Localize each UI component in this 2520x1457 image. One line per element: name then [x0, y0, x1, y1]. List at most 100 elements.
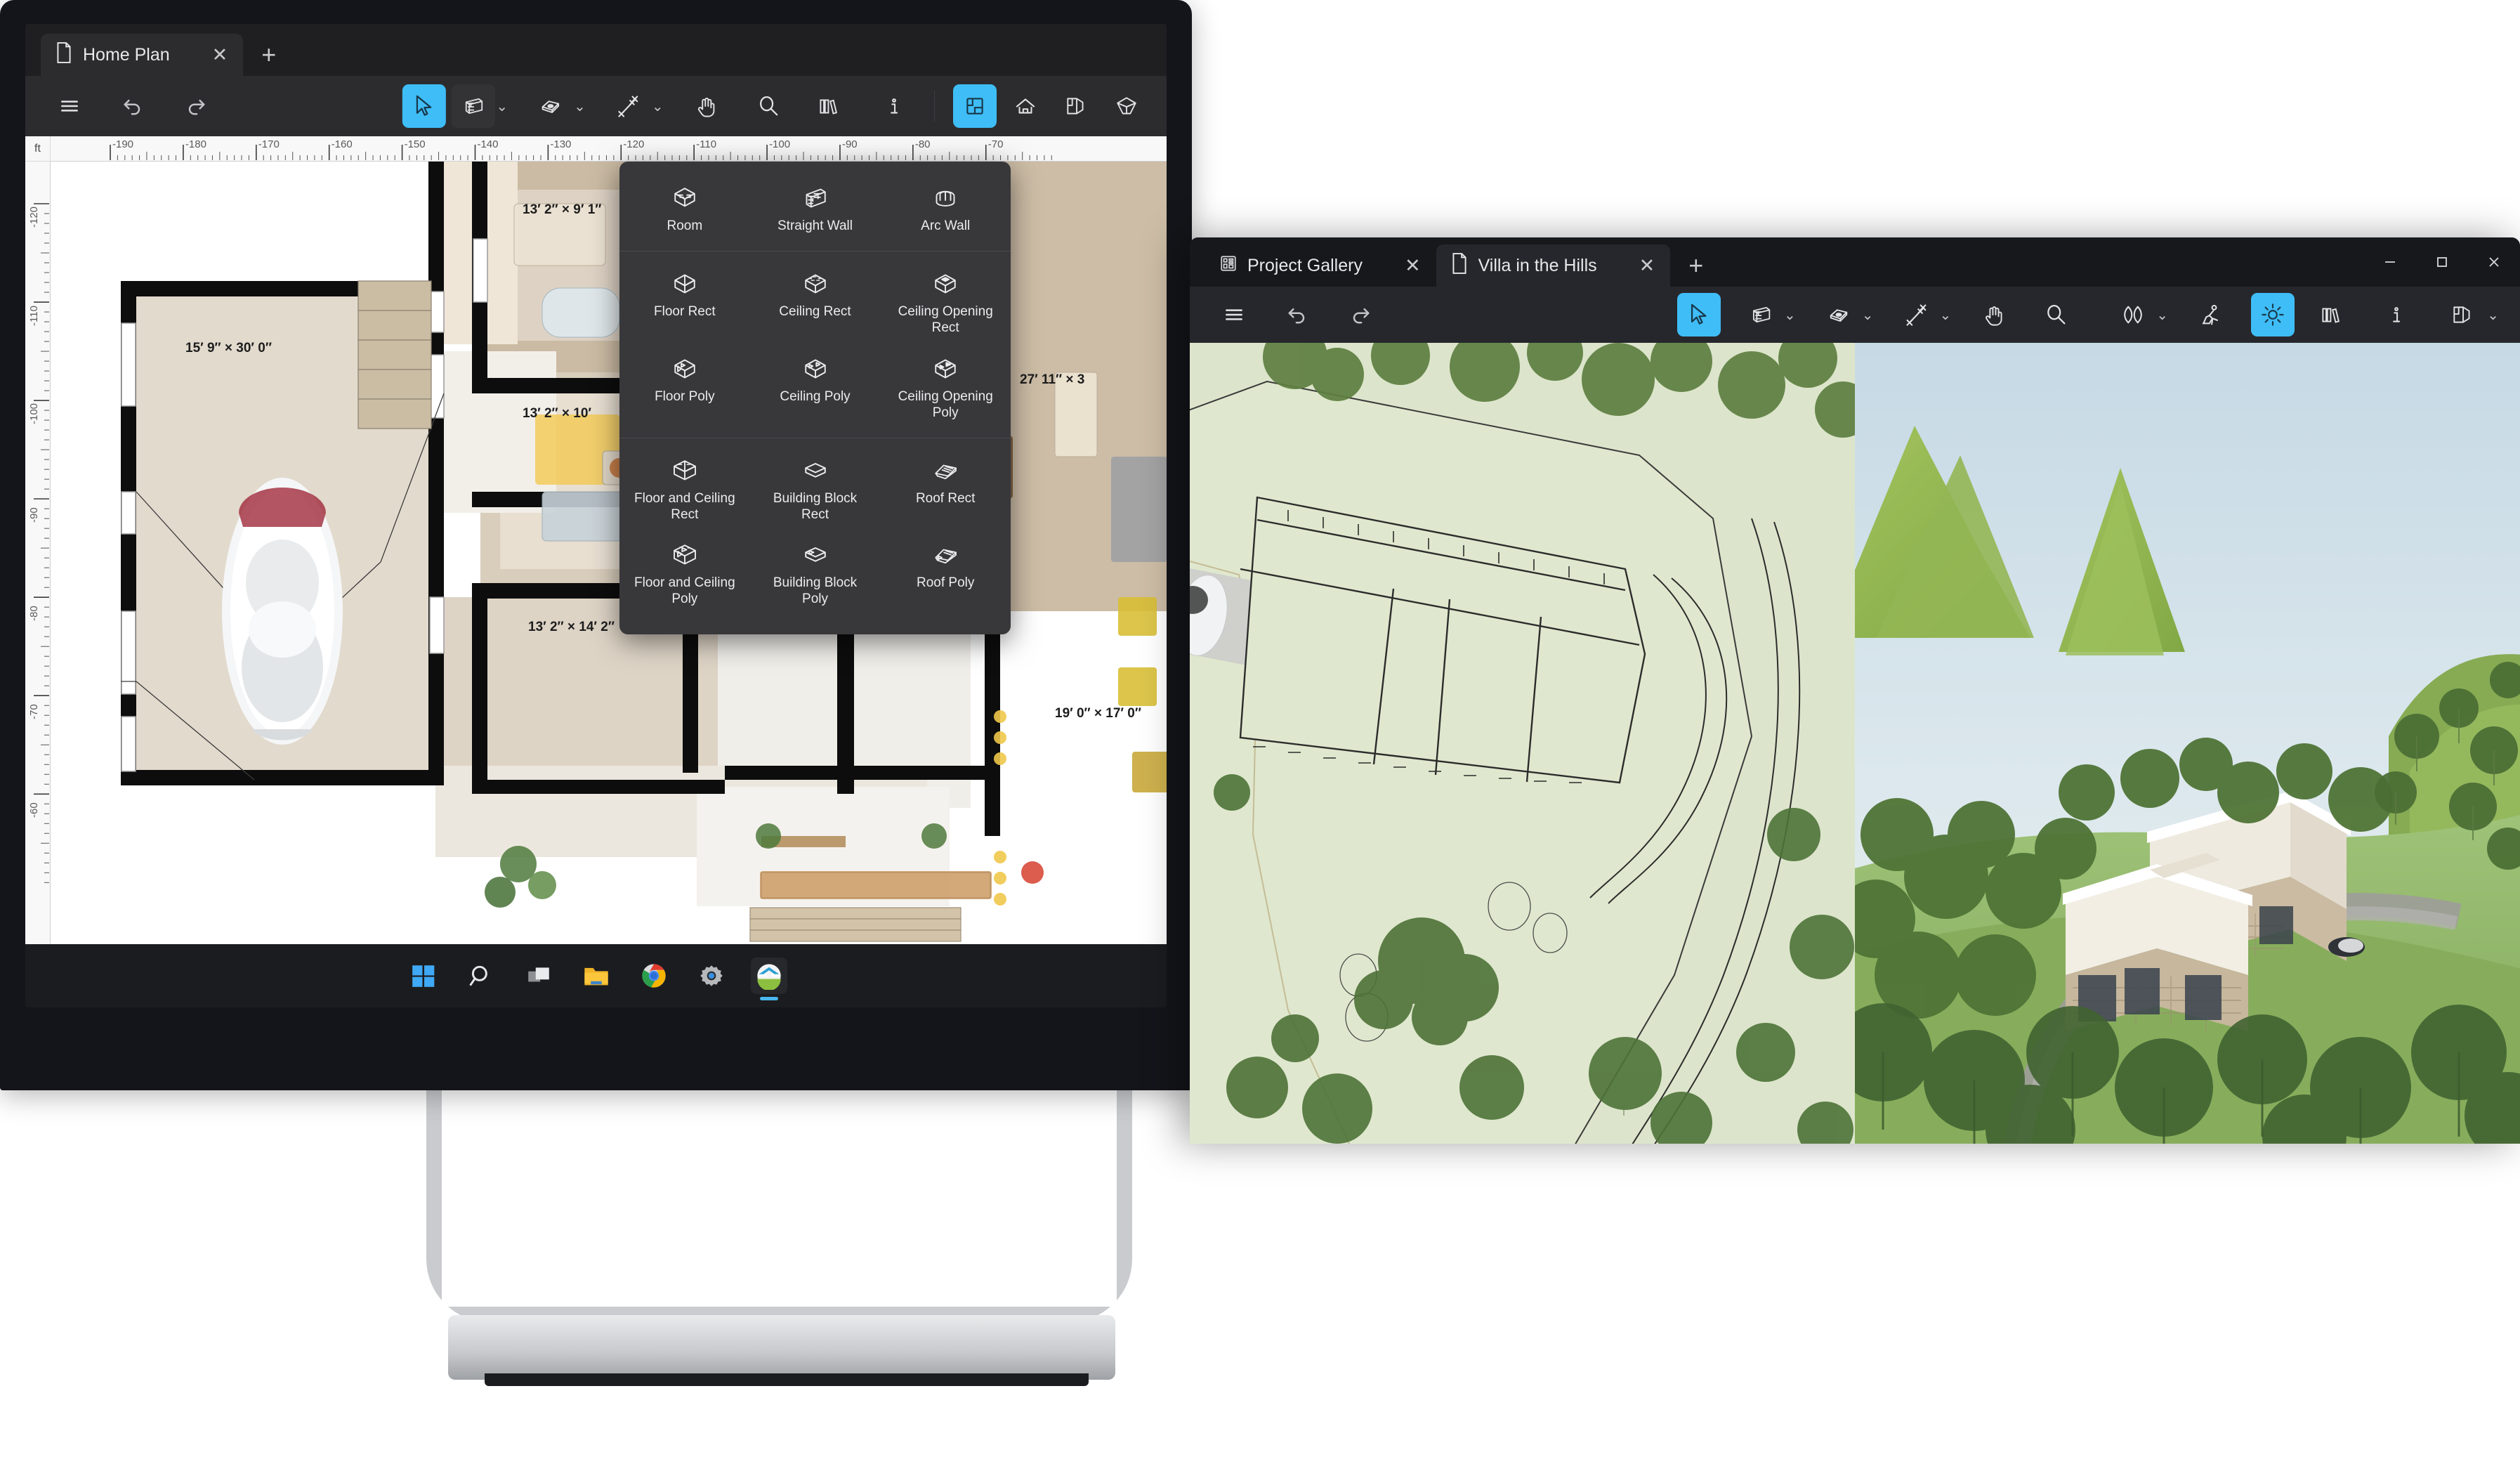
terrain-tool-chevron-down-icon[interactable]: ⌄: [2156, 306, 2168, 324]
settings-icon[interactable]: [693, 958, 730, 994]
material-tool-chevron-down-icon[interactable]: ⌄: [574, 98, 586, 115]
info-icon-button[interactable]: [2375, 293, 2418, 337]
maximize-button[interactable]: [2416, 237, 2468, 287]
dimension-tool-button[interactable]: [1895, 293, 1938, 337]
section-view-button[interactable]: [1054, 84, 1098, 128]
menu-item-arc-wall[interactable]: Arc Wall: [880, 176, 1011, 244]
wall-tool-chevron-down-icon[interactable]: ⌄: [1784, 306, 1796, 324]
tab-villa-in-the-hills[interactable]: Villa in the Hills ✕: [1436, 244, 1671, 287]
tab-close-icon[interactable]: ✕: [1639, 256, 1655, 275]
menu-item-floor-poly[interactable]: Floor Poly: [619, 346, 750, 431]
vertical-ruler[interactable]: -120 -110 -100 -90 -80 -70 -60: [25, 162, 51, 944]
undo-button[interactable]: [1275, 293, 1319, 337]
file-explorer-icon[interactable]: [578, 958, 615, 994]
info-icon-button[interactable]: [872, 84, 916, 128]
zoom-tool-button[interactable]: [2034, 293, 2078, 337]
ruler-h-tick-label: -100: [769, 138, 791, 150]
tab-project-gallery[interactable]: Project Gallery ✕: [1205, 244, 1436, 287]
menu-item-label: Ceiling Rect: [779, 304, 851, 320]
window2-toolbar: ⌄ ⌄ ⌄ ⌄ ⌄: [1190, 287, 2520, 343]
task-view-icon[interactable]: [520, 958, 557, 994]
floor-ceiling-poly-icon: [671, 541, 699, 569]
new-tab-button[interactable]: +: [243, 42, 294, 76]
undo-button[interactable]: [111, 84, 155, 128]
terrain-tool-button[interactable]: [2111, 293, 2155, 337]
menu-item-room[interactable]: Room: [619, 176, 750, 244]
zoom-tool-button[interactable]: [747, 84, 790, 128]
material-tool-button[interactable]: [529, 84, 572, 128]
three-d-render-pane[interactable]: 3D Render: [1855, 343, 2520, 1144]
ruler-h-tick-label: -90: [841, 138, 858, 150]
menu-item-ceiling-poly[interactable]: Ceiling Poly: [750, 346, 881, 431]
menu-section: Room Straight Wall Arc Wall: [619, 166, 1011, 251]
select-tool-button[interactable]: [1677, 293, 1721, 337]
floor-plan-view-button[interactable]: [953, 84, 997, 128]
menu-item-roof-rect[interactable]: Roof Rect: [880, 448, 1011, 533]
window1-toolbar: ⌄ ⌄ ⌄: [25, 76, 1167, 136]
menu-item-roof-poly[interactable]: Roof Poly: [880, 533, 1011, 617]
library-icon-button[interactable]: [806, 84, 850, 128]
building-block-rect-icon: [801, 457, 829, 485]
horizontal-ruler[interactable]: -190 -180 -170 -160 -150 -140 -130 -120 -110 -100…: [51, 136, 1167, 162]
material-tool-button[interactable]: [1817, 293, 1861, 337]
ruler-v-tick-label: -80: [28, 606, 40, 622]
dimension-tool-chevron-down-icon[interactable]: ⌄: [652, 98, 664, 115]
sun-lighting-tool-button[interactable]: [2251, 293, 2295, 337]
pan-tool-button[interactable]: [685, 84, 728, 128]
menu-item-floor-and-ceiling-rect[interactable]: Floor and Ceiling Rect: [619, 448, 750, 533]
hamburger-menu-button[interactable]: [1212, 293, 1256, 337]
menu-item-building-block-poly[interactable]: Building Block Poly: [750, 533, 881, 617]
tab-home-plan[interactable]: Home Plan ✕: [41, 34, 244, 76]
menu-item-label: Roof Poly: [916, 575, 975, 591]
menu-section: Floor and Ceiling Rect Building Block Rec…: [619, 437, 1011, 625]
hamburger-menu-button[interactable]: [48, 84, 91, 128]
straight-wall-icon: [801, 184, 829, 212]
close-button[interactable]: [2468, 237, 2520, 287]
site-plan-pane[interactable]: Site Plan: [1190, 343, 1855, 1144]
menu-item-ceiling-opening-rect[interactable]: Ceiling Opening Rect: [880, 261, 1011, 346]
pan-tool-button[interactable]: [1972, 293, 2016, 337]
roof-rect-icon: [931, 457, 959, 485]
menu-item-straight-wall[interactable]: Straight Wall: [750, 176, 881, 244]
window2[interactable]: Project Gallery ✕ Villa in the Hills ✕ +: [1190, 237, 2520, 1144]
building-block-poly-icon: [801, 541, 829, 569]
material-tool-chevron-down-icon[interactable]: ⌄: [1862, 306, 1874, 324]
dimension-tool-button[interactable]: [607, 84, 650, 128]
ruler-unit-label: ft: [25, 136, 51, 162]
menu-item-floor-and-ceiling-poly[interactable]: Floor and Ceiling Poly: [619, 533, 750, 617]
tab-close-icon[interactable]: ✕: [1405, 256, 1421, 275]
menu-section: Floor Rect Ceiling Rect Ceiling Opening Re…: [619, 251, 1011, 438]
view-mode-button[interactable]: [2441, 293, 2484, 337]
toolbar-divider: [934, 91, 935, 122]
menu-item-ceiling-opening-poly[interactable]: Ceiling Opening Poly: [880, 346, 1011, 431]
redo-button[interactable]: [174, 84, 218, 128]
taskbar-search-icon[interactable]: [463, 958, 499, 994]
minimize-button[interactable]: [2364, 237, 2416, 287]
library-icon-button[interactable]: [2309, 293, 2352, 337]
new-tab-button[interactable]: +: [1670, 253, 1721, 287]
build-tool-dropdown-menu[interactable]: Room Straight Wall Arc Wall Floor Rect Ceili…: [619, 162, 1011, 634]
window-controls: [2364, 237, 2520, 287]
window1-titlebar: Home Plan ✕ + ⌄ ⌄ ⌄: [25, 24, 1167, 136]
dimension-tool-chevron-down-icon[interactable]: ⌄: [1940, 306, 1952, 324]
chrome-icon[interactable]: [636, 958, 672, 994]
menu-item-label: Floor and Ceiling Rect: [634, 490, 735, 523]
menu-item-building-block-rect[interactable]: Building Block Rect: [750, 448, 881, 533]
tab-label: Home Plan: [83, 44, 170, 65]
walkthrough-tool-button[interactable]: [2189, 293, 2233, 337]
start-button[interactable]: [405, 958, 442, 994]
view-mode-chevron-down-icon[interactable]: ⌄: [2487, 306, 2499, 324]
redo-button[interactable]: [1339, 293, 1382, 337]
select-tool-button[interactable]: [402, 84, 446, 128]
menu-item-floor-rect[interactable]: Floor Rect: [619, 261, 750, 346]
arc-wall-icon: [931, 184, 959, 212]
three-d-view-button[interactable]: [1105, 84, 1148, 128]
wall-tool-button[interactable]: [1739, 293, 1783, 337]
elevation-view-button[interactable]: [1004, 84, 1047, 128]
wall-tool-button[interactable]: [451, 84, 495, 128]
tab-close-icon[interactable]: ✕: [212, 45, 228, 65]
menu-item-ceiling-rect[interactable]: Ceiling Rect: [750, 261, 881, 346]
home-design-app-icon[interactable]: [750, 958, 787, 1000]
gallery-grid-icon: [1219, 254, 1238, 277]
wall-tool-chevron-down-icon[interactable]: ⌄: [496, 98, 508, 115]
